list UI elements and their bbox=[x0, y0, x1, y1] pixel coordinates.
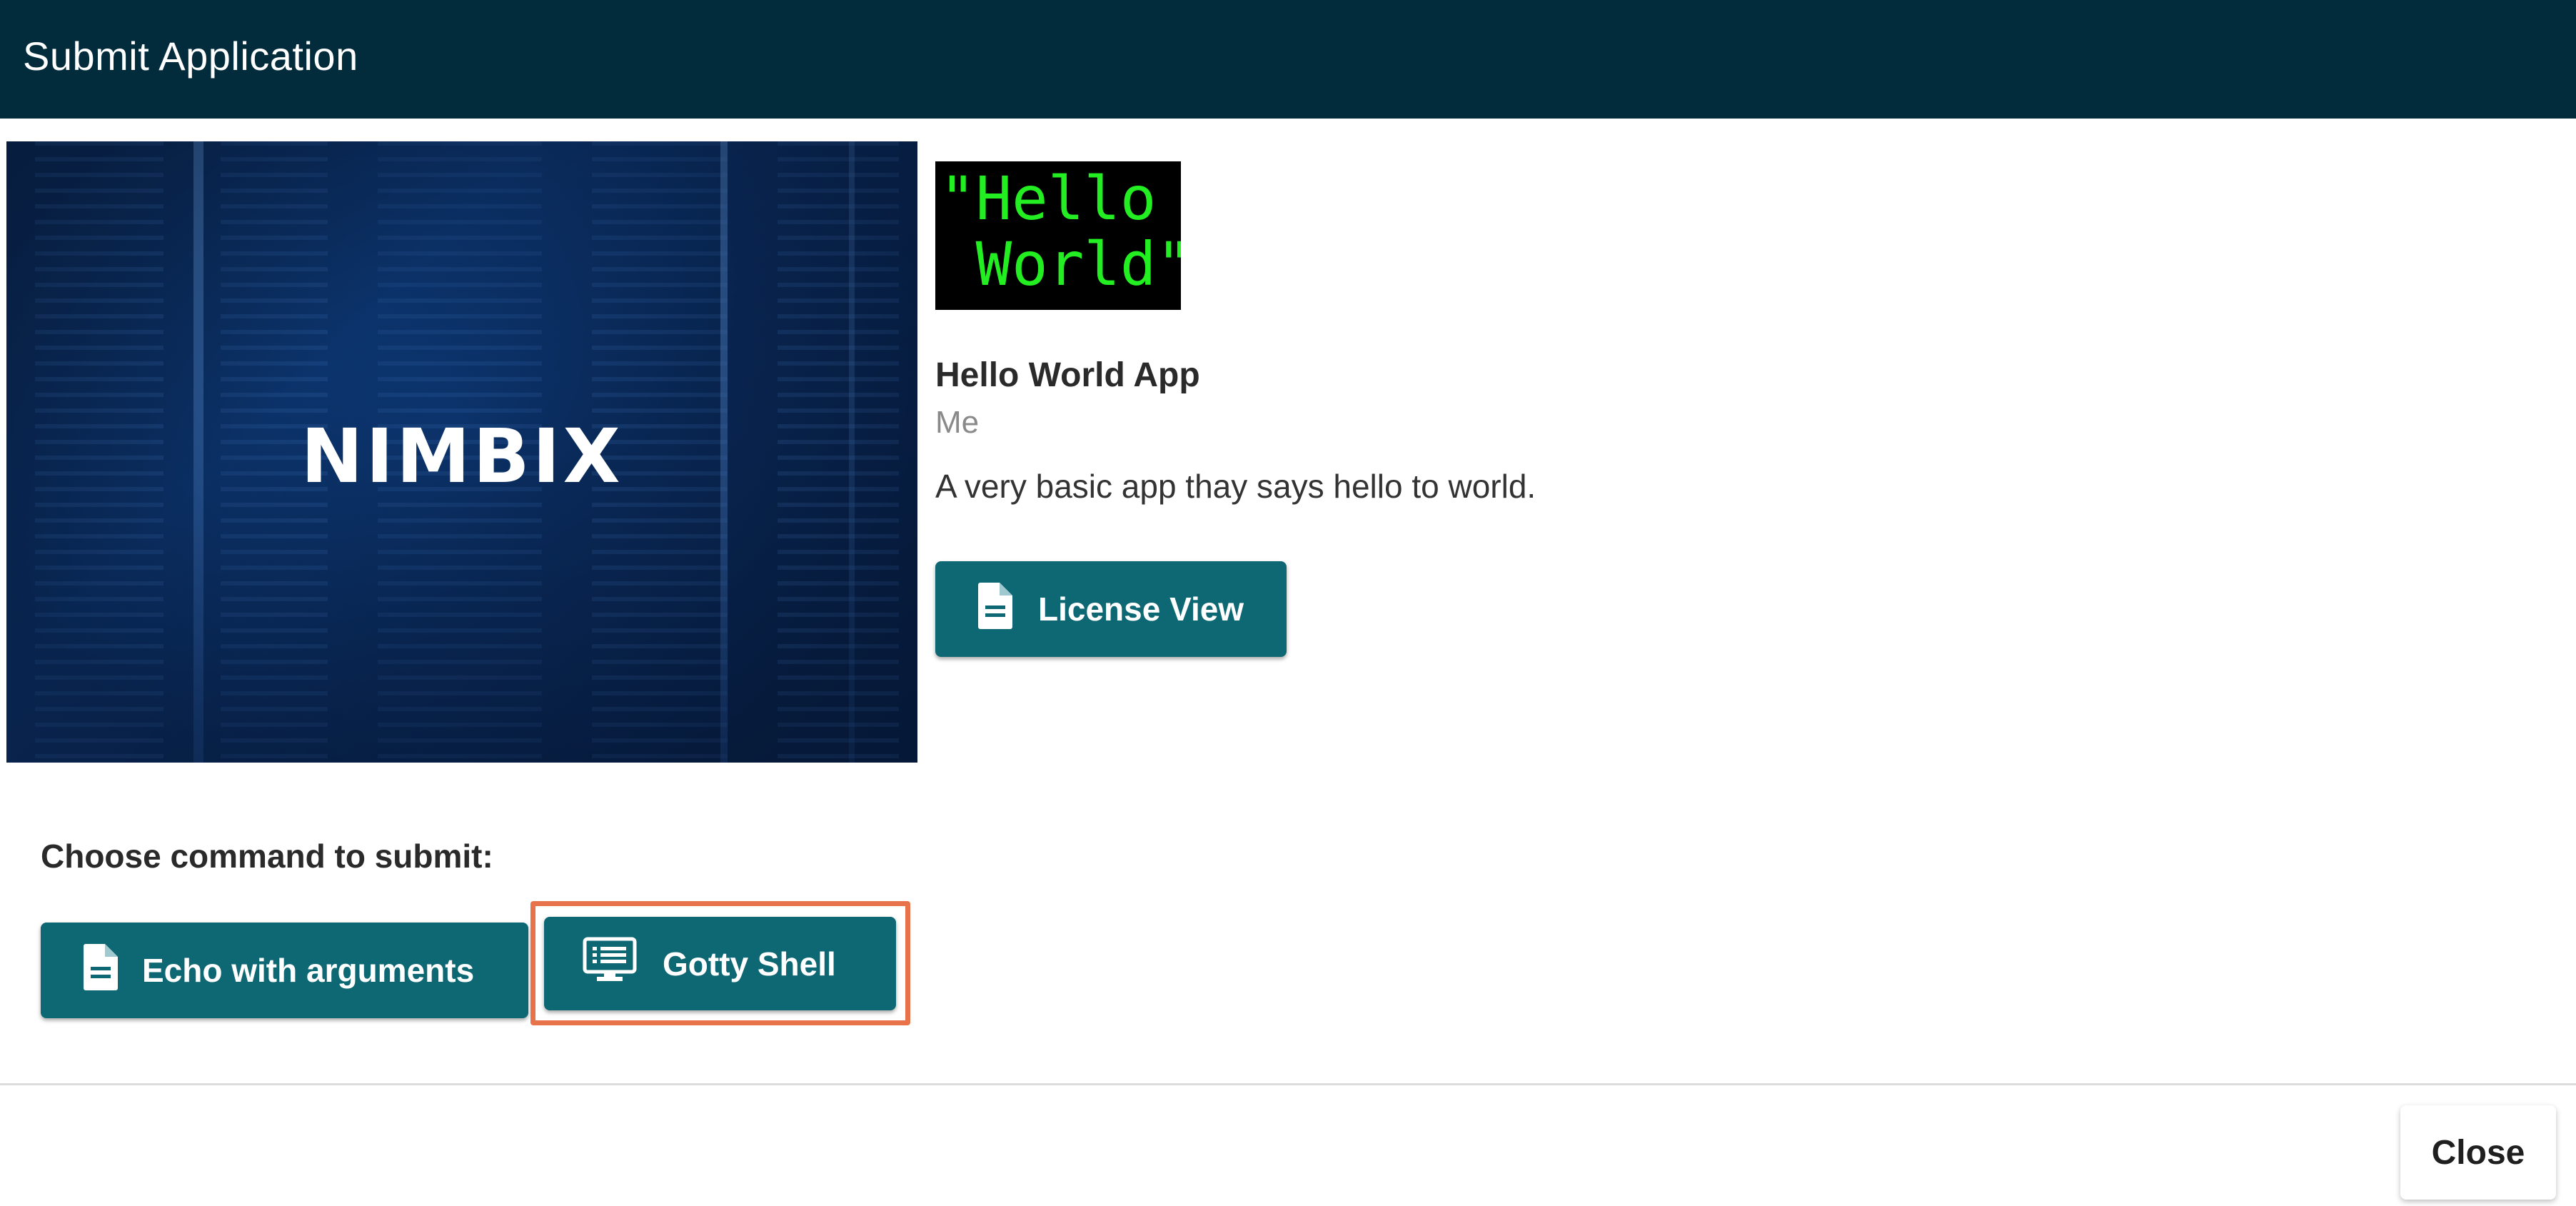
gotty-shell-label: Gotty Shell bbox=[663, 945, 836, 983]
choose-command-label: Choose command to submit: bbox=[41, 838, 493, 875]
submit-application-dialog: Submit Application NIMBIX "Hello World" … bbox=[0, 0, 2576, 1206]
close-button[interactable]: Close bbox=[2400, 1105, 2556, 1200]
echo-with-arguments-button[interactable]: Echo with arguments bbox=[41, 923, 528, 1018]
dialog-title: Submit Application bbox=[23, 34, 358, 79]
document-icon bbox=[82, 943, 119, 999]
app-description: A very basic app thay says hello to worl… bbox=[935, 468, 1536, 505]
app-banner-image: NIMBIX bbox=[6, 141, 917, 763]
license-view-button[interactable]: License View bbox=[935, 561, 1287, 657]
echo-with-arguments-label: Echo with arguments bbox=[142, 952, 475, 989]
gotty-shell-button[interactable]: Gotty Shell bbox=[544, 917, 896, 1010]
app-icon-text: "Hello World" bbox=[940, 164, 1181, 299]
app-owner: Me bbox=[935, 405, 980, 440]
terminal-icon bbox=[583, 937, 637, 990]
app-icon: "Hello World" bbox=[935, 161, 1181, 310]
nimbix-logo: NIMBIX bbox=[301, 413, 623, 500]
footer-divider bbox=[0, 1083, 2576, 1085]
app-name: Hello World App bbox=[935, 356, 1200, 394]
title-bar: Submit Application bbox=[0, 0, 2576, 119]
document-icon bbox=[977, 581, 1014, 638]
license-view-label: License View bbox=[1038, 591, 1244, 628]
